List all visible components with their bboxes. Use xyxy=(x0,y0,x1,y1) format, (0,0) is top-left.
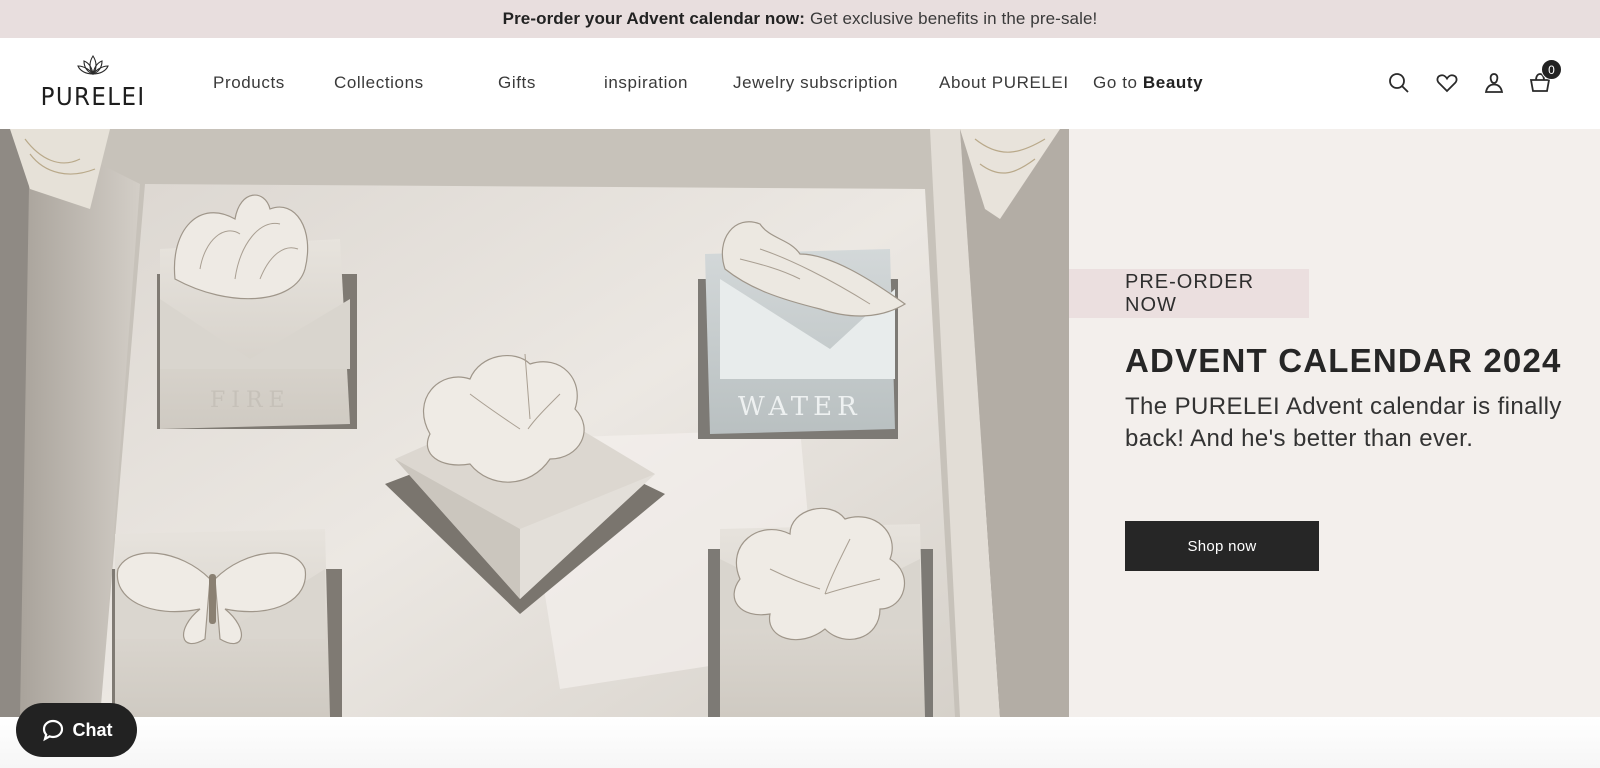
announcement-text: Get exclusive benefits in the pre-sale! xyxy=(809,9,1098,28)
hero-description: The PURELEI Advent calendar is finally b… xyxy=(1125,393,1562,452)
chat-bubble-icon xyxy=(42,719,63,742)
shop-now-button[interactable]: Shop now xyxy=(1125,521,1319,571)
nav-go-to-beauty[interactable]: Go to Beauty xyxy=(1093,73,1203,93)
wishlist-button[interactable] xyxy=(1435,71,1459,95)
chat-label: Chat xyxy=(72,719,113,740)
cart-button[interactable]: 0 xyxy=(1528,59,1562,95)
nav-jewelry-subscription[interactable]: Jewelry subscription xyxy=(733,73,898,93)
water-box-label: WATER xyxy=(738,392,862,422)
heart-icon xyxy=(1436,74,1458,93)
cart-count-badge: 0 xyxy=(1541,59,1562,80)
announcement-bar[interactable]: Pre-order your Advent calendar now: Get … xyxy=(0,0,1600,38)
bottom-strip xyxy=(0,717,1600,768)
search-button[interactable] xyxy=(1387,71,1411,95)
logo-text: PURELEI xyxy=(40,82,146,111)
nav-gifts[interactable]: Gifts xyxy=(498,73,536,93)
nav-beauty-label: Beauty xyxy=(1142,73,1204,92)
lotus-icon xyxy=(77,55,109,75)
hero-panel: PRE-ORDER NOW ADVENT CALENDAR 2024 The P… xyxy=(1069,129,1600,717)
preorder-tag: PRE-ORDER NOW xyxy=(1069,269,1309,318)
logo[interactable]: PURELEI xyxy=(41,54,144,114)
user-icon xyxy=(1484,73,1504,93)
nav-collections[interactable]: Collections xyxy=(334,73,424,93)
hero-image: FIRE WATER xyxy=(0,129,1069,717)
nav-inspiration[interactable]: inspiration xyxy=(604,73,688,93)
nav-products[interactable]: Products xyxy=(213,73,285,93)
nav-about[interactable]: About PURELEI xyxy=(939,73,1069,93)
hero-title: ADVENT CALENDAR 2024 xyxy=(1125,342,1562,379)
advent-calendar-illustration: FIRE WATER xyxy=(0,129,1069,717)
hero-section: FIRE WATER PRE-ORDER NOW ADVENT CALENDAR… xyxy=(0,129,1600,717)
account-button[interactable] xyxy=(1482,71,1506,95)
nav-go-to-label: Go to xyxy=(1093,73,1138,92)
fire-box-label: FIRE xyxy=(210,388,291,413)
search-icon xyxy=(1389,73,1409,93)
announcement-bold: Pre-order your Advent calendar now: xyxy=(502,9,805,28)
chat-button[interactable]: Chat xyxy=(16,703,137,757)
site-header: PURELEI Products Collections Gifts inspi… xyxy=(0,38,1600,129)
